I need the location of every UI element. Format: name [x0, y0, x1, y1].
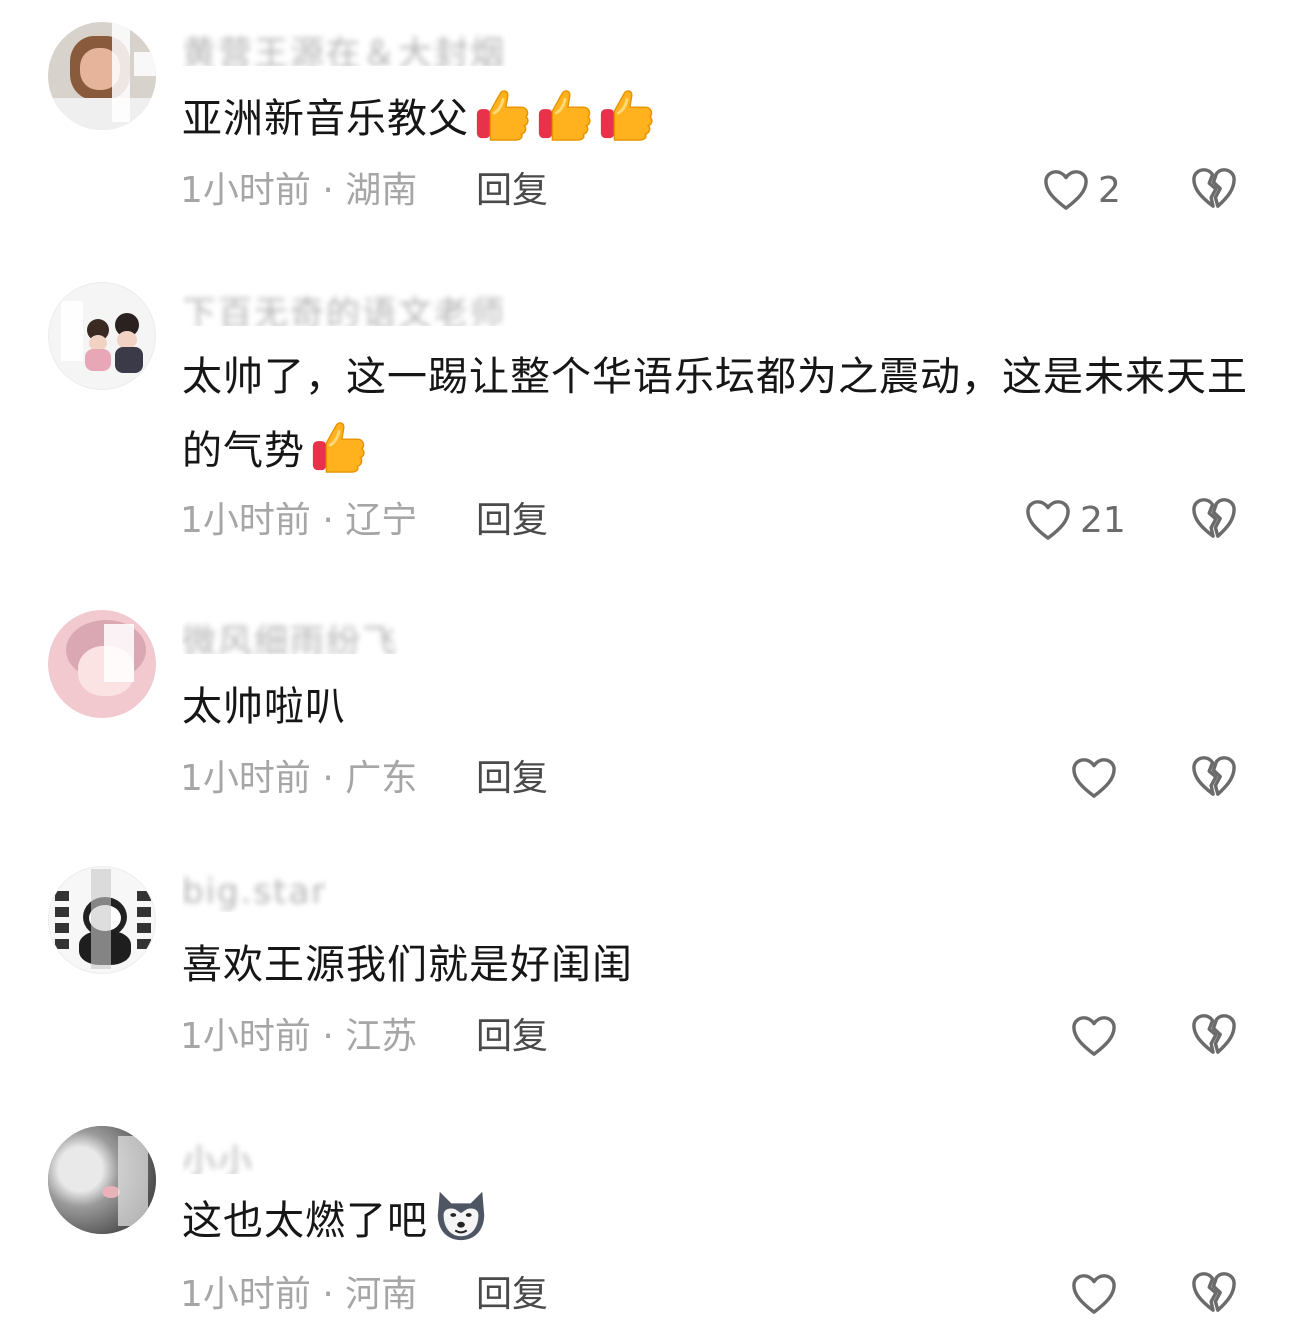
- comment-meta: 1小时前 · 湖南: [180, 170, 418, 211]
- reply-button[interactable]: 回复: [476, 1270, 548, 1320]
- heart-outline-icon: [1070, 1014, 1118, 1058]
- like-count: 21: [1080, 499, 1126, 541]
- reply-button[interactable]: 回复: [476, 166, 548, 216]
- like-count: 2: [1098, 169, 1121, 211]
- thumbs-up-emoji: [535, 84, 593, 142]
- username[interactable]: 下百无奇的语文老师: [182, 286, 506, 326]
- broken-heart-icon: [1190, 1270, 1240, 1314]
- thumbs-up-emoji: [309, 416, 367, 474]
- username[interactable]: big.star: [182, 872, 327, 912]
- dislike-button[interactable]: [1190, 496, 1240, 546]
- username[interactable]: 微风细雨纷飞: [182, 614, 398, 654]
- heart-outline-icon: [1024, 498, 1072, 542]
- heart-outline-icon: [1070, 1272, 1118, 1316]
- like-button[interactable]: [1070, 750, 1126, 806]
- avatar[interactable]: [48, 282, 156, 390]
- dislike-button[interactable]: [1190, 166, 1240, 216]
- comment-text: 太帅啦叭: [182, 684, 346, 730]
- comment-meta: 1小时前 · 广东: [180, 758, 418, 799]
- reply-button[interactable]: 回复: [476, 754, 548, 804]
- comment-meta: 1小时前 · 河南: [180, 1274, 418, 1315]
- thumbs-up-emoji: [597, 84, 655, 142]
- thumbs-up-emoji: [473, 84, 531, 142]
- username[interactable]: 小小: [182, 1134, 254, 1174]
- dislike-button[interactable]: [1190, 1270, 1240, 1320]
- avatar[interactable]: [48, 610, 156, 718]
- reply-button[interactable]: 回复: [476, 496, 548, 546]
- like-button[interactable]: [1070, 1266, 1126, 1320]
- dislike-button[interactable]: [1190, 754, 1240, 804]
- broken-heart-icon: [1190, 754, 1240, 798]
- heart-outline-icon: [1070, 756, 1118, 800]
- avatar[interactable]: [48, 1126, 156, 1234]
- husky-dog-emoji: [432, 1186, 490, 1244]
- broken-heart-icon: [1190, 1012, 1240, 1056]
- like-button[interactable]: [1070, 1008, 1126, 1064]
- comment-text: 喜欢王源我们就是好闺闺: [182, 942, 633, 988]
- comment-meta: 1小时前 · 辽宁: [180, 500, 418, 541]
- dislike-button[interactable]: [1190, 1012, 1240, 1062]
- heart-outline-icon: [1042, 168, 1090, 212]
- comment-text: 太帅了，这一踢让整个华语乐坛都为之震动，这是未来天王的气势: [182, 354, 1248, 474]
- avatar[interactable]: [48, 22, 156, 130]
- reply-button[interactable]: 回复: [476, 1012, 548, 1062]
- avatar[interactable]: [48, 866, 156, 974]
- username[interactable]: 黄营王源在＆大封烟: [182, 26, 506, 66]
- comment-feed: 黄营王源在＆大封烟 亚洲新音乐教父 1小时前 · 湖南 回复 2 下百无奇的语文…: [0, 0, 1290, 1320]
- comment-text: 亚洲新音乐教父: [182, 82, 1252, 156]
- broken-heart-icon: [1190, 166, 1240, 210]
- comment-text: 这也太燃了吧: [182, 1184, 1252, 1258]
- like-button[interactable]: 21: [1024, 492, 1126, 548]
- broken-heart-icon: [1190, 496, 1240, 540]
- like-button[interactable]: 2: [1042, 162, 1121, 218]
- comment-meta: 1小时前 · 江苏: [180, 1016, 418, 1057]
